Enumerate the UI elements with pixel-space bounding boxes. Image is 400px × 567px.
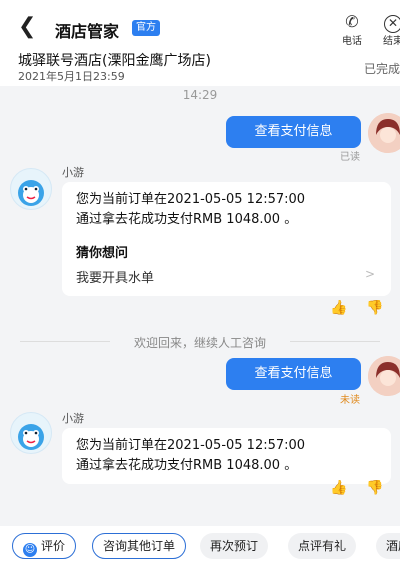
- header: ❮ 酒店管家 官方 ✆ 电话 ✕ 结束: [0, 10, 400, 47]
- guess-item-label: 我要开具水单: [76, 271, 155, 286]
- thumbs-down-icon[interactable]: 👎: [366, 480, 383, 496]
- bot-message-text: 您为当前订单在2021-05-05 12:57:00 通过拿去花成功支付RMB …: [62, 428, 391, 484]
- bot-avatar: [10, 412, 52, 454]
- call-button[interactable]: ✆ 电话: [337, 12, 367, 47]
- guess-item-invoice[interactable]: 我要开具水单 >: [62, 261, 391, 296]
- thumbs-down-icon[interactable]: 👎: [366, 300, 383, 316]
- bot-message-card: 您为当前订单在2021-05-05 12:57:00 通过拿去花成功支付RMB …: [62, 428, 391, 484]
- other-orders-chip[interactable]: 咨询其他订单: [92, 533, 187, 559]
- bot-message-text: 您为当前订单在2021-05-05 12:57:00 通过拿去花成功支付RMB …: [62, 182, 391, 238]
- thumbs-up-icon[interactable]: 👍: [330, 480, 347, 496]
- chip-label: 点评有礼: [298, 539, 347, 553]
- chip-label: 咨询其他订单: [103, 539, 176, 553]
- read-status: 已读: [340, 152, 360, 163]
- resume-divider: 欢迎回来，继续人工咨询: [133, 336, 266, 350]
- order-time: 2021年5月1日23:59: [18, 70, 125, 83]
- order-status: 已完成: [363, 62, 400, 76]
- chat-area[interactable]: 14:29 查看支付信息 已读 小游 您为当前订单在2021-05-05 12:…: [0, 86, 400, 526]
- unread-status: 未读: [340, 395, 360, 406]
- close-icon: ✕: [378, 12, 400, 33]
- user-avatar[interactable]: [368, 356, 400, 396]
- rate-chip[interactable]: ☺ 评价: [12, 533, 77, 559]
- guess-title: 猜你想问: [76, 246, 129, 261]
- bot-message-card: 您为当前订单在2021-05-05 12:57:00 通过拿去花成功支付RMB …: [62, 182, 391, 296]
- chip-label: 酒店: [386, 539, 400, 553]
- review-reward-chip[interactable]: 点评有礼: [288, 533, 357, 559]
- user-avatar[interactable]: [368, 113, 400, 153]
- user-message-bubble[interactable]: 查看支付信息: [226, 116, 361, 148]
- bot-message-line: 通过拿去花成功支付RMB 1048.00 。: [76, 212, 298, 227]
- phone-icon: ✆: [345, 12, 359, 31]
- chip-label: 再次预订: [210, 539, 259, 553]
- bot-name: 小游: [62, 166, 84, 179]
- thumbs-up-icon[interactable]: 👍: [330, 300, 347, 316]
- rebook-chip[interactable]: 再次预订: [200, 533, 269, 559]
- bot-name: 小游: [62, 412, 84, 425]
- smile-icon: ☺: [23, 543, 37, 557]
- page-title: 酒店管家: [55, 22, 120, 41]
- order-summary[interactable]: 城驿联号酒店(溧阳金鹰广场店) 2021年5月1日23:59 已完成: [0, 46, 400, 86]
- hotel-chip[interactable]: 酒店: [376, 533, 400, 559]
- bot-message-line: 您为当前订单在2021-05-05 12:57:00: [76, 438, 306, 453]
- divider-line: [290, 341, 380, 342]
- user-message-bubble[interactable]: 查看支付信息: [226, 358, 361, 390]
- bot-message-line: 通过拿去花成功支付RMB 1048.00 。: [76, 458, 298, 473]
- status-bar: [0, 0, 400, 10]
- chat-timestamp: 14:29: [182, 88, 218, 102]
- back-icon[interactable]: ❮: [18, 14, 36, 40]
- end-button[interactable]: ✕ 结束: [378, 12, 400, 47]
- chevron-right-icon: >: [364, 267, 375, 281]
- hotel-name: 城驿联号酒店(溧阳金鹰广场店): [18, 53, 211, 69]
- quick-action-bar: ☺ 评价 咨询其他订单 再次预订 点评有礼 酒店: [0, 526, 400, 567]
- bot-message-line: 您为当前订单在2021-05-05 12:57:00: [76, 192, 306, 207]
- bot-avatar: [10, 168, 52, 210]
- official-badge: 官方: [132, 20, 160, 36]
- chip-label: 评价: [41, 539, 66, 553]
